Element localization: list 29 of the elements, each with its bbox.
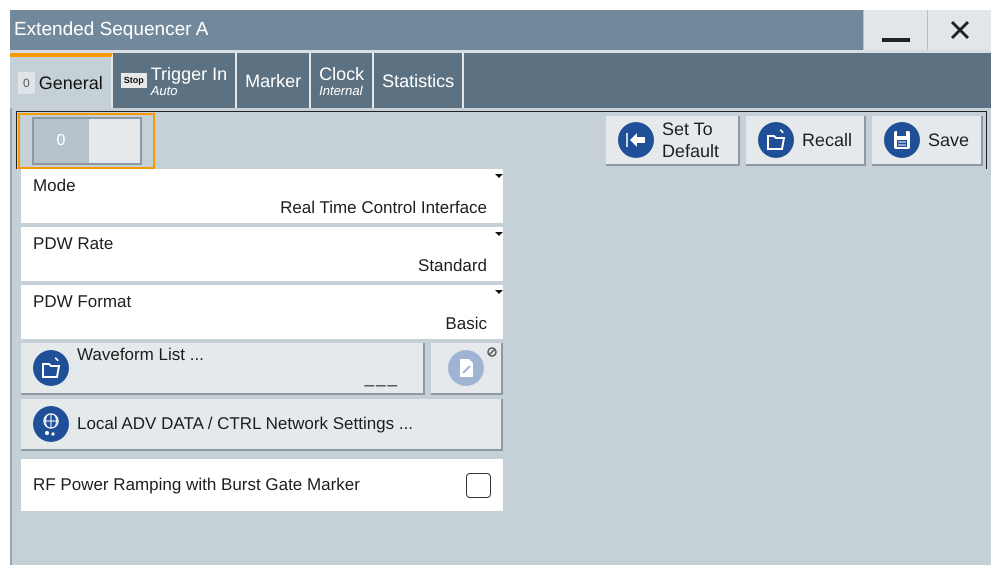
checkbox-label: RF Power Ramping with Burst Gate Marker [33, 474, 360, 496]
waveform-list-button[interactable]: Waveform List ... ___ [21, 343, 425, 395]
tab[interactable]: 0 General [10, 53, 113, 108]
disabled-icon [487, 347, 497, 357]
recall-button[interactable]: Recall [746, 116, 866, 166]
waveform-file-name: ___ [364, 369, 400, 389]
minimize-icon [882, 38, 910, 42]
set-to-default-button[interactable]: Set To Default [606, 116, 740, 166]
stop-badge: Stop [120, 72, 147, 88]
arrow-left-icon [618, 122, 654, 158]
dropdown-field[interactable]: PDW Format Basic [21, 285, 503, 339]
dropdown-field[interactable]: PDW Rate Standard [21, 227, 503, 281]
save-button[interactable]: Save [872, 116, 983, 166]
minimize-button[interactable] [863, 10, 927, 50]
window-title: Extended Sequencer A [13, 18, 210, 42]
close-icon [950, 20, 970, 40]
folder-icon [758, 122, 794, 158]
globe-gears-icon [33, 406, 69, 442]
folder-icon [33, 350, 69, 386]
checkbox[interactable] [466, 472, 491, 498]
close-button[interactable] [927, 10, 991, 50]
state-badge: 0 [18, 72, 35, 94]
dropdown-arrow-icon [495, 290, 503, 294]
edit-document-icon [448, 350, 484, 386]
dropdown-arrow-icon [495, 232, 503, 236]
dropdown-arrow-icon [495, 174, 503, 178]
network-settings-button[interactable]: Local ADV DATA / CTRL Network Settings ... [21, 399, 503, 451]
floppy-disk-icon [884, 122, 920, 158]
dropdown-field[interactable]: Mode Real Time Control Interface [21, 169, 503, 223]
